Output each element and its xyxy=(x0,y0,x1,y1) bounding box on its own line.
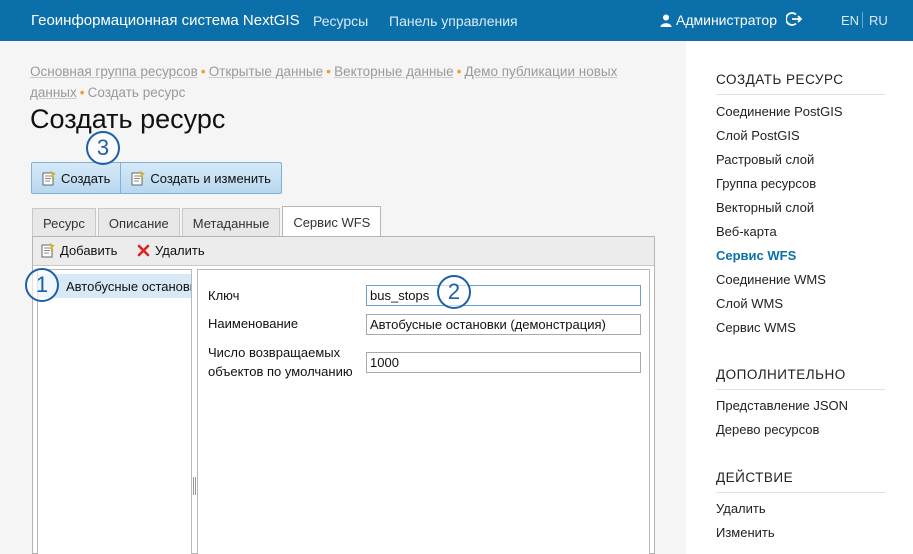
sidebar-item-json-view[interactable]: Представление JSON xyxy=(716,398,848,413)
tab-wfs-service[interactable]: Сервис WFS xyxy=(282,206,382,237)
breadcrumb-separator: • xyxy=(79,84,85,100)
breadcrumb: Основная группа ресурсов • Открытые данные… xyxy=(30,61,650,103)
layer-tree: Автобусные остановки (демонстрация) xyxy=(37,269,192,554)
top-header: Геоинформационная система NextGIS Ресурс… xyxy=(0,0,913,41)
delete-x-icon xyxy=(137,244,150,257)
create-and-edit-button[interactable]: Создать и изменить xyxy=(120,163,280,193)
user-name: Администратор xyxy=(676,12,778,28)
sidebar-item-wms-layer[interactable]: Слой WMS xyxy=(716,296,783,311)
tab-description[interactable]: Описание xyxy=(97,208,180,237)
breadcrumb-link[interactable]: Основная группа ресурсов xyxy=(30,64,198,79)
key-input[interactable] xyxy=(366,285,641,306)
sidebar-heading-extra: ДОПОЛНИТЕЛЬНО xyxy=(716,367,885,390)
new-document-icon xyxy=(42,170,56,185)
sidebar-item-postgis-layer[interactable]: Слой PostGIS xyxy=(716,128,800,143)
max-features-input[interactable] xyxy=(366,352,641,373)
layers-toolbar: Добавить Удалить xyxy=(33,237,654,266)
tree-item-label: Автобусные остановки (демонстрация) xyxy=(66,278,191,294)
app-brand[interactable]: Геоинформационная система NextGIS xyxy=(31,12,300,29)
sidebar-item-resource-group[interactable]: Группа ресурсов xyxy=(716,176,816,191)
sidebar-item-wfs-service[interactable]: Сервис WFS xyxy=(716,248,796,263)
sidebar-item-raster-layer[interactable]: Растровый слой xyxy=(716,152,814,167)
sidebar-item-web-map[interactable]: Веб-карта xyxy=(716,224,777,239)
name-input[interactable] xyxy=(366,314,641,335)
sidebar-item-edit[interactable]: Изменить xyxy=(716,525,775,540)
tab-resource[interactable]: Ресурс xyxy=(32,208,96,237)
sidebar-heading-action: ДЕЙСТВИЕ xyxy=(716,470,885,493)
sidebar-item-wms-service[interactable]: Сервис WMS xyxy=(716,320,796,335)
wfs-panel: Добавить Удалить Автобусные остановки (д… xyxy=(32,236,655,554)
sidebar-item-delete[interactable]: Удалить xyxy=(716,501,766,516)
create-button-label: Создать xyxy=(61,170,111,186)
create-and-edit-button-label: Создать и изменить xyxy=(150,170,271,186)
breadcrumb-separator: • xyxy=(456,63,462,79)
breadcrumb-separator: • xyxy=(200,63,206,79)
add-button[interactable]: Добавить xyxy=(41,243,117,258)
annotation-marker-2: 2 xyxy=(437,275,471,309)
page-title: Создать ресурс xyxy=(30,104,226,134)
lang-ru[interactable]: RU xyxy=(869,13,888,28)
action-button-group: Создать Создать и изменить xyxy=(31,162,282,194)
max-features-label: Число возвращаемых объектов по умолчанию xyxy=(208,343,353,381)
sidebar-heading-create: СОЗДАТЬ РЕСУРС xyxy=(716,72,885,95)
logout-icon[interactable] xyxy=(785,11,803,32)
sidebar-item-vector-layer[interactable]: Векторный слой xyxy=(716,200,814,215)
resource-tabs: Ресурс Описание Метаданные Сервис WFS xyxy=(32,206,382,237)
breadcrumb-separator: • xyxy=(326,63,332,79)
annotation-marker-1: 1 xyxy=(25,268,59,302)
name-label: Наименование xyxy=(208,316,299,331)
new-document-icon xyxy=(131,170,146,185)
panel-splitter[interactable] xyxy=(193,477,196,495)
breadcrumb-link[interactable]: Векторные данные xyxy=(334,64,454,79)
delete-button-label: Удалить xyxy=(155,243,205,258)
key-label: Ключ xyxy=(208,288,240,303)
breadcrumb-current: Создать ресурс xyxy=(87,85,186,100)
sidebar-item-postgis-connection[interactable]: Соединение PostGIS xyxy=(716,104,843,119)
breadcrumb-link[interactable]: Открытые данные xyxy=(209,64,323,79)
lang-en[interactable]: EN xyxy=(841,13,859,28)
annotation-marker-3: 3 xyxy=(86,131,120,165)
user-icon xyxy=(660,14,672,27)
nav-resources[interactable]: Ресурсы xyxy=(313,13,368,29)
nav-control-panel[interactable]: Панель управления xyxy=(389,13,518,29)
max-features-label-line2: объектов по умолчанию xyxy=(208,364,353,379)
sidebar-item-resource-tree[interactable]: Дерево ресурсов xyxy=(716,422,819,437)
sidebar-item-wms-connection[interactable]: Соединение WMS xyxy=(716,272,826,287)
tree-item-layer[interactable]: Автобусные остановки (демонстрация) xyxy=(38,274,191,298)
tab-metadata[interactable]: Метаданные xyxy=(181,208,281,237)
add-button-label: Добавить xyxy=(60,243,118,258)
lang-divider xyxy=(862,12,863,28)
add-icon xyxy=(41,243,55,258)
layer-form: Ключ Наименование Число возвращаемых объе… xyxy=(197,269,650,554)
max-features-label-line1: Число возвращаемых xyxy=(208,345,341,360)
create-button[interactable]: Создать xyxy=(32,163,120,193)
user-menu[interactable]: Администратор xyxy=(660,12,777,28)
right-sidebar: СОЗДАТЬ РЕСУРС Соединение PostGIS Слой P… xyxy=(686,41,913,554)
delete-button[interactable]: Удалить xyxy=(137,243,205,258)
